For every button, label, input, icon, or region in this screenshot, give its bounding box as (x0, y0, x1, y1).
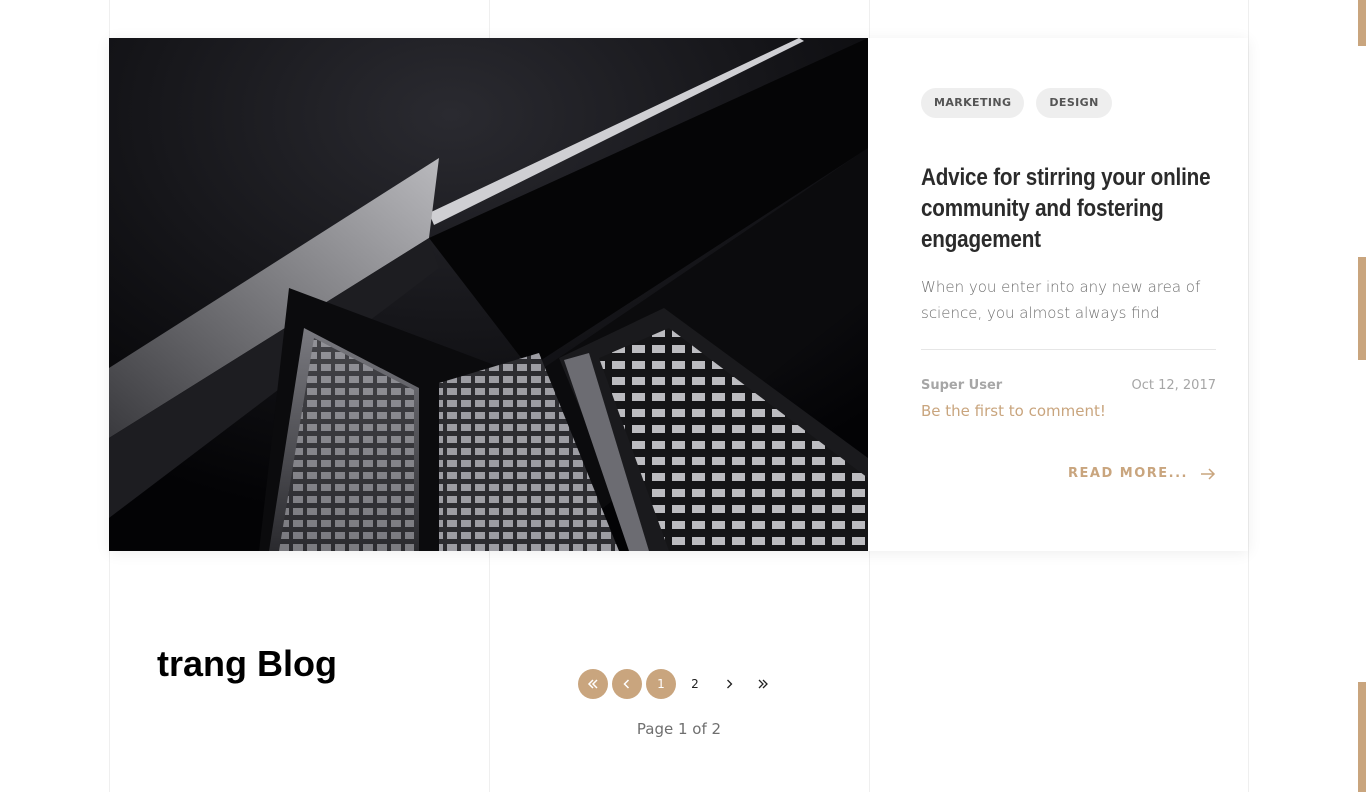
comment-link[interactable]: Be the first to comment! (921, 402, 1106, 420)
first-page-button[interactable] (578, 669, 608, 699)
pagination: 1 2 (578, 669, 782, 699)
side-accent-bar (1358, 257, 1366, 360)
page-2-button[interactable]: 2 (680, 669, 710, 699)
blog-post-card: MARKETING DESIGN Advice for stirring you… (109, 38, 1248, 551)
arrow-right-icon (1201, 467, 1216, 480)
double-chevron-right-icon (758, 679, 768, 689)
double-chevron-left-icon (587, 679, 598, 689)
post-tags: MARKETING DESIGN (921, 88, 1112, 118)
next-page-button[interactable] (714, 669, 744, 699)
chevron-left-icon (623, 679, 630, 689)
post-content: MARKETING DESIGN Advice for stirring you… (921, 38, 1216, 551)
post-author: Super User (921, 378, 1003, 393)
last-page-button[interactable] (748, 669, 778, 699)
post-divider (921, 349, 1216, 350)
side-accent-bar (1358, 682, 1366, 792)
grid-line (1248, 0, 1249, 792)
skyscraper-photo (109, 38, 868, 551)
post-title[interactable]: Advice for stirring your online communit… (921, 162, 1216, 255)
page-1-button[interactable]: 1 (646, 669, 676, 699)
tag-design[interactable]: DESIGN (1036, 88, 1112, 118)
post-featured-image[interactable] (109, 38, 868, 551)
page-summary: Page 1 of 2 (636, 720, 722, 738)
post-excerpt: When you enter into any new area of scie… (921, 278, 1201, 322)
prev-page-button[interactable] (612, 669, 642, 699)
tag-marketing[interactable]: MARKETING (921, 88, 1025, 118)
post-date: Oct 12, 2017 (1131, 378, 1217, 393)
chevron-right-icon (727, 679, 733, 689)
site-title[interactable]: trang Blog (157, 643, 337, 685)
read-more-label: READ MORE... (1068, 466, 1188, 481)
side-accent-bar (1358, 0, 1366, 46)
read-more-link[interactable]: READ MORE... (1068, 466, 1216, 481)
